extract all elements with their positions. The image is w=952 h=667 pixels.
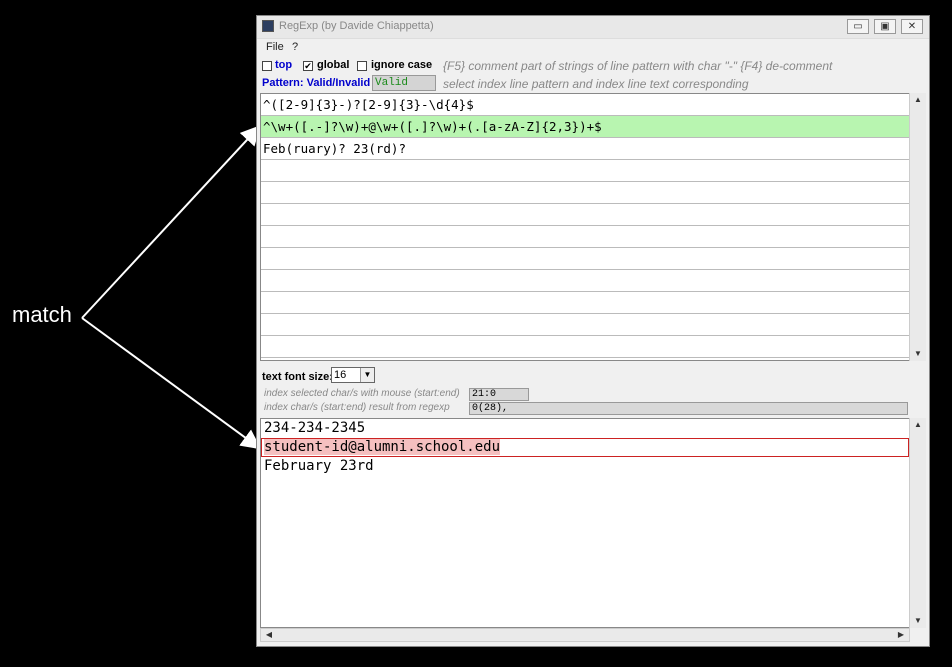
- scroll-left-icon[interactable]: ◀: [261, 628, 277, 642]
- top-label: top: [275, 59, 293, 71]
- pattern-row-empty[interactable]: [261, 336, 909, 358]
- font-size-value: 16: [334, 369, 347, 381]
- pattern-row-empty[interactable]: [261, 204, 909, 226]
- scroll-up-icon[interactable]: ▲: [910, 93, 926, 107]
- match-highlight: student-id@alumni.school.edu: [264, 439, 501, 455]
- ignore-case-checkbox[interactable]: [357, 61, 367, 71]
- selected-index-field: 21:0: [469, 388, 529, 401]
- pattern-row-empty[interactable]: [261, 292, 909, 314]
- global-checkbox[interactable]: ✔: [303, 61, 313, 71]
- result-index-field: 0(28),: [469, 402, 908, 415]
- pattern-status-field: Valid: [372, 75, 436, 91]
- minimize-button[interactable]: ▭: [847, 19, 869, 34]
- chevron-down-icon[interactable]: ▼: [360, 368, 374, 382]
- pattern-row-empty[interactable]: [261, 270, 909, 292]
- scroll-right-icon[interactable]: ▶: [893, 628, 909, 642]
- scroll-up-icon[interactable]: ▲: [910, 418, 926, 432]
- scroll-down-icon[interactable]: ▼: [910, 614, 926, 628]
- font-size-label: text font size:: [262, 371, 333, 383]
- selected-index-label: index selected char/s with mouse (start:…: [264, 388, 460, 399]
- pattern-status-label: Pattern: Valid/Invalid: [262, 77, 371, 89]
- pattern-row-empty[interactable]: [261, 314, 909, 336]
- pattern-row[interactable]: Feb(ruary)? 23(rd)?: [261, 138, 909, 160]
- menu-help[interactable]: ?: [292, 41, 298, 53]
- result-index-label: index char/s (start:end) result from reg…: [264, 402, 450, 413]
- pattern-row-empty[interactable]: [261, 160, 909, 182]
- text-line[interactable]: 234-234-2345: [261, 419, 909, 438]
- text-horizontal-scrollbar[interactable]: ◀ ▶: [260, 628, 910, 642]
- menu-file[interactable]: File: [266, 41, 284, 53]
- maximize-button[interactable]: ▣: [874, 19, 896, 34]
- menu-bar: File ?: [257, 38, 929, 56]
- pattern-row-empty[interactable]: [261, 182, 909, 204]
- app-icon: [262, 20, 274, 32]
- options-bar: top ✔ global ignore case {F5} comment pa…: [257, 58, 929, 76]
- text-scrollbar[interactable]: ▲ ▼: [909, 418, 926, 628]
- pattern-list[interactable]: ^([2-9]{3}-)?[2-9]{3}-\d{4}$ ^\w+([.-]?\…: [260, 93, 910, 361]
- test-text-area[interactable]: 234-234-2345 student-id@alumni.school.ed…: [260, 418, 910, 628]
- pattern-row-empty[interactable]: [261, 248, 909, 270]
- ignore-case-label: ignore case: [371, 59, 433, 71]
- window-title: RegExp (by Davide Chiappetta): [279, 20, 434, 32]
- title-bar[interactable]: RegExp (by Davide Chiappetta) ▭ ▣ ✕: [257, 16, 929, 39]
- arrow-to-pattern: [81, 125, 261, 319]
- pattern-hint: select index line pattern and index line…: [443, 77, 749, 91]
- regexp-window: RegExp (by Davide Chiappetta) ▭ ▣ ✕ File…: [256, 15, 930, 647]
- pattern-scrollbar[interactable]: ▲ ▼: [909, 93, 926, 361]
- comment-hint: {F5} comment part of strings of line pat…: [443, 59, 833, 73]
- global-label: global: [317, 59, 350, 71]
- top-checkbox[interactable]: [262, 61, 272, 71]
- scroll-down-icon[interactable]: ▼: [910, 347, 926, 361]
- pattern-row[interactable]: ^([2-9]{3}-)?[2-9]{3}-\d{4}$: [261, 94, 909, 116]
- arrow-to-text: [81, 317, 262, 450]
- close-button[interactable]: ✕: [901, 19, 923, 34]
- text-line[interactable]: February 23rd: [261, 457, 909, 476]
- pattern-row-empty[interactable]: [261, 226, 909, 248]
- pattern-row-selected[interactable]: ^\w+([.-]?\w)+@\w+([.]?\w)+(.[a-zA-Z]{2,…: [261, 116, 909, 138]
- text-line-matched[interactable]: student-id@alumni.school.edu: [261, 438, 909, 457]
- font-size-select[interactable]: 16 ▼: [331, 367, 375, 383]
